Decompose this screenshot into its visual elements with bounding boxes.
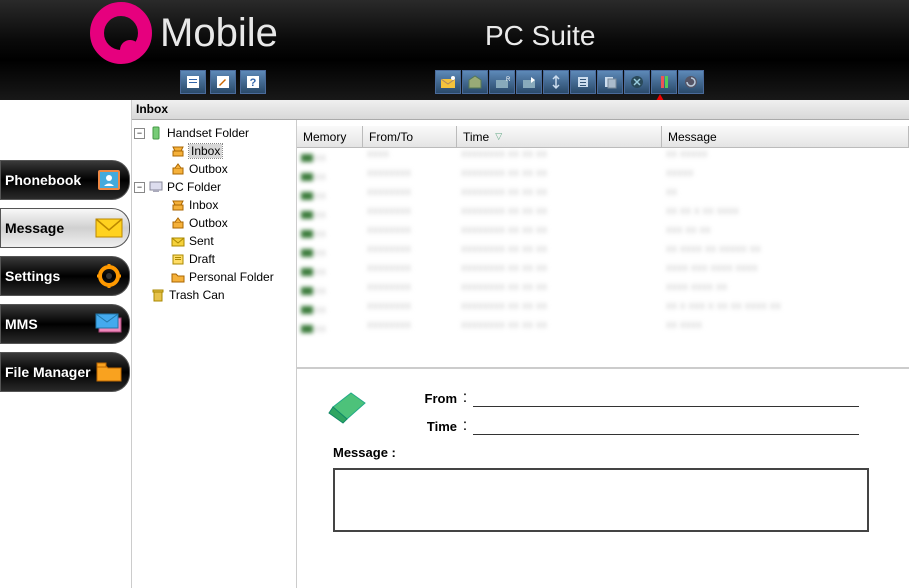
tree-pc-personal[interactable]: Personal Folder: [132, 268, 296, 286]
copy-icon[interactable]: [597, 70, 623, 94]
table-row[interactable]: xxxxxxxxxxxxxx xx xx xxxx xxxxx: [297, 148, 909, 167]
main-panel: Inbox − Handset Folder Inbox Outbox − PC…: [132, 100, 909, 588]
outbox-icon: [170, 216, 186, 230]
nav-mms[interactable]: MMS: [0, 304, 130, 344]
brand-text: Mobile: [160, 11, 278, 56]
tree-pc-folder[interactable]: − PC Folder: [132, 178, 296, 196]
grid-header: Memory From/To Time▽ Message: [297, 126, 909, 148]
table-row[interactable]: xxxxxxxxxxxxxxxxxx xx xx xxxx x xxx x xx…: [297, 300, 909, 319]
list-icon[interactable]: [570, 70, 596, 94]
col-fromto[interactable]: From/To: [363, 126, 457, 147]
table-row[interactable]: xxxxxxxxxxxxxxxxxx xx xx xxxxxxx: [297, 167, 909, 186]
refresh-icon[interactable]: [678, 70, 704, 94]
message-panel: Memory From/To Time▽ Message xxxxxxxxxxx…: [297, 120, 909, 588]
nav-label: Message: [5, 220, 64, 236]
handset-icon: [148, 126, 164, 140]
table-row[interactable]: xxxxxxxxxxxxxxxxxx xx xx xxxx: [297, 186, 909, 205]
help-icon[interactable]: ?: [240, 70, 266, 94]
table-row[interactable]: xxxxxxxxxxxxxxxxxx xx xx xxxxxx xxx xxxx…: [297, 262, 909, 281]
pc-icon: [148, 180, 164, 194]
envelope-icon: [327, 387, 371, 427]
sync-icon[interactable]: [543, 70, 569, 94]
tree-label: Inbox: [189, 198, 218, 212]
sort-desc-icon: ▽: [495, 131, 502, 142]
nav-label: Settings: [5, 268, 60, 284]
app-header: Mobile PC Suite ? R: [0, 0, 909, 100]
message-body: [333, 468, 869, 532]
nav-phonebook[interactable]: Phonebook: [0, 160, 130, 200]
toolbar-right: R: [435, 70, 704, 94]
svg-text:?: ?: [250, 77, 257, 89]
tree-label: Inbox: [189, 144, 222, 158]
tree-pc-inbox[interactable]: Inbox: [132, 196, 296, 214]
col-time[interactable]: Time▽: [457, 126, 662, 147]
inbox-icon: [170, 144, 186, 158]
trash-icon: [150, 288, 166, 302]
brand-logo: Mobile: [90, 2, 278, 64]
sent-icon: [170, 234, 186, 248]
forward-icon[interactable]: [516, 70, 542, 94]
inbox-icon: [170, 198, 186, 212]
tree-label: Outbox: [189, 162, 228, 176]
table-row[interactable]: xxxxxxxxxxxxxxxxxx xx xx xxxxx xx xx: [297, 224, 909, 243]
tree-label: Outbox: [189, 216, 228, 230]
edit-icon[interactable]: [210, 70, 236, 94]
side-nav: Phonebook Message Settings MMS File Mana…: [0, 160, 130, 400]
table-row[interactable]: xxxxxxxxxxxxxxxxxx xx xx xxxx xxxx xx xx…: [297, 243, 909, 262]
nav-label: Phonebook: [5, 172, 81, 188]
message-detail: From : Time : Message :: [297, 367, 909, 588]
reply-icon[interactable]: R: [489, 70, 515, 94]
draft-icon: [170, 252, 186, 266]
folder-tree: − Handset Folder Inbox Outbox − PC Folde…: [132, 120, 297, 588]
grid-body[interactable]: xxxxxxxxxxxxxx xx xx xxxx xxxxx xxxxxxxx…: [297, 148, 909, 363]
tree-handset-outbox[interactable]: Outbox: [132, 160, 296, 178]
settings-icon: [95, 264, 123, 288]
tree-label: Sent: [189, 234, 214, 248]
message-label: Message :: [333, 445, 889, 460]
table-row[interactable]: xxxxxxxxxxxxxxxxxx xx xx xxxxxx xxxx xx: [297, 281, 909, 300]
nav-label: MMS: [5, 316, 38, 332]
col-message[interactable]: Message: [662, 126, 909, 147]
nav-settings[interactable]: Settings: [0, 256, 130, 296]
tree-label: Draft: [189, 252, 215, 266]
tree-pc-draft[interactable]: Draft: [132, 250, 296, 268]
time-value: [473, 417, 859, 435]
time-label: Time: [387, 419, 457, 434]
open-mail-icon[interactable]: [462, 70, 488, 94]
tree-pc-sent[interactable]: Sent: [132, 232, 296, 250]
nav-message[interactable]: Message: [0, 208, 130, 248]
outbox-icon: [170, 162, 186, 176]
folder-icon: [170, 270, 186, 284]
table-row[interactable]: xxxxxxxxxxxxxxxxxx xx xx xxxx xxxx: [297, 319, 909, 338]
filemanager-icon: [95, 360, 123, 384]
nav-filemanager[interactable]: File Manager: [0, 352, 130, 392]
collapse-icon[interactable]: −: [134, 128, 145, 139]
message-icon: [95, 216, 123, 240]
tree-handset-folder[interactable]: − Handset Folder: [132, 124, 296, 142]
tree-pc-outbox[interactable]: Outbox: [132, 214, 296, 232]
collapse-icon[interactable]: −: [134, 182, 145, 193]
col-memory[interactable]: Memory: [297, 126, 363, 147]
phonebook-icon: [95, 168, 123, 192]
table-row[interactable]: xxxxxxxxxxxxxxxxxx xx xx xxxx xx x xx xx…: [297, 205, 909, 224]
q-logo-icon: [90, 2, 152, 64]
from-value: [473, 389, 859, 407]
tree-label: PC Folder: [167, 180, 221, 194]
nav-label: File Manager: [5, 364, 91, 380]
new-mail-icon[interactable]: [435, 70, 461, 94]
device-icon[interactable]: [651, 70, 677, 94]
tree-label: Trash Can: [169, 288, 225, 302]
panel-title: Inbox: [132, 100, 909, 120]
tree-label: Handset Folder: [167, 126, 249, 140]
suite-title: PC Suite: [485, 20, 596, 52]
mms-icon: [95, 312, 123, 336]
svg-text:R: R: [506, 77, 510, 83]
tree-label: Personal Folder: [189, 270, 274, 284]
toolbar-left: ?: [180, 70, 266, 94]
tree-trash[interactable]: Trash Can: [132, 286, 296, 304]
from-label: From: [387, 391, 457, 406]
stop-icon[interactable]: [624, 70, 650, 94]
tree-handset-inbox[interactable]: Inbox: [132, 142, 296, 160]
compose-icon[interactable]: [180, 70, 206, 94]
